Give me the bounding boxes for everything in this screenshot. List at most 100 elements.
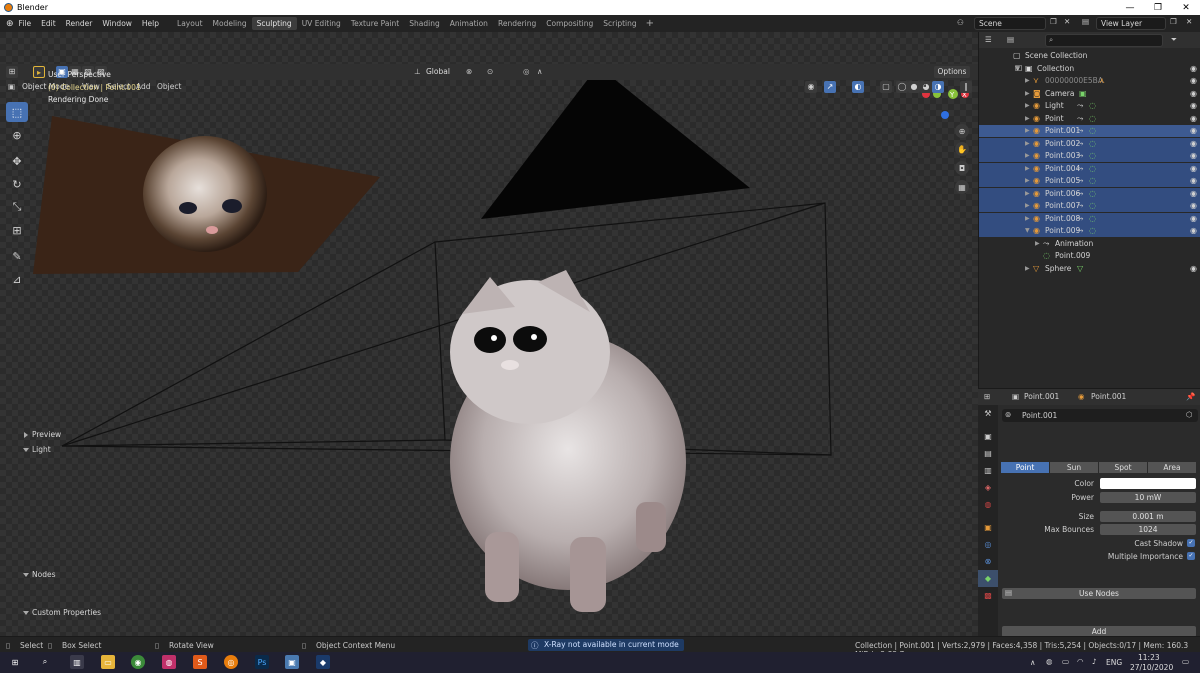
animation-data-icon[interactable]: ⤳ [1077, 138, 1083, 150]
color-swatch[interactable] [1100, 478, 1196, 489]
expand-arrow-icon[interactable]: ▶ [1035, 238, 1040, 250]
shading-rendered-icon[interactable]: ◑ [932, 81, 944, 93]
visibility-eye-icon[interactable]: ◉ [1190, 150, 1197, 162]
tab-rendering[interactable]: Rendering [493, 17, 541, 30]
animation-data-icon[interactable]: ⤳ [1077, 113, 1083, 125]
light-data-icon[interactable]: ◌ [1089, 125, 1096, 137]
view-layer-tab-icon[interactable]: ▥ [978, 462, 998, 479]
visibility-eye-icon[interactable]: ◉ [1190, 163, 1197, 175]
photos-icon[interactable]: ▣ [285, 655, 299, 669]
expand-arrow-icon[interactable]: ▶ [1025, 150, 1030, 162]
menu-window[interactable]: Window [97, 19, 137, 28]
tray-app-icon[interactable]: ◍ [1046, 657, 1053, 666]
outliner-row[interactable]: ▶ ◉ Light ⤳ ◌ ◉ [979, 100, 1200, 112]
expand-arrow-icon[interactable]: ▶ [1025, 113, 1030, 125]
overlay-toggle-icon[interactable]: ◐ [852, 81, 864, 93]
visibility-eye-icon[interactable]: ◉ [1190, 138, 1197, 150]
gizmo-toggle-icon[interactable]: ↗ [824, 81, 836, 93]
editor-type-icon[interactable]: ⊞ [6, 66, 18, 78]
annotate-tool[interactable]: ✎ [6, 246, 28, 266]
light-data-icon[interactable]: ◌ [1089, 175, 1096, 187]
datablock-selector[interactable]: ⊚ Point.001 ⬡ [1002, 409, 1198, 422]
delete-scene-icon[interactable]: ✕ [1064, 17, 1070, 26]
light-data-icon[interactable]: ◌ [1089, 213, 1096, 225]
app-badge-icon[interactable]: ◍ [162, 655, 176, 669]
world-tab-icon[interactable]: ◍ [978, 496, 998, 513]
blender-taskbar-icon[interactable]: ◎ [224, 655, 238, 669]
view-layer-selector[interactable]: View Layer [1096, 17, 1166, 30]
scene-tab-icon[interactable]: ◈ [978, 479, 998, 496]
photoshop-icon[interactable]: Ps [255, 655, 269, 669]
visibility-eye-icon[interactable]: ◉ [1190, 213, 1197, 225]
rotate-tool[interactable]: ↻ [6, 174, 28, 194]
light-data-icon[interactable]: ◌ [1089, 100, 1096, 112]
outliner-row[interactable]: ▶ ◉ Point.007 ⤳ ◌ ◉ [979, 200, 1200, 212]
tab-shading[interactable]: Shading [404, 17, 444, 30]
animation-data-icon[interactable]: ⤳ [1077, 175, 1083, 187]
outliner-row[interactable]: ▶ ⤳ Animation [979, 238, 1200, 250]
pan-hand-icon[interactable]: ✋ [955, 142, 969, 156]
3d-viewport[interactable]: Z X Y ⊞ ▸ ▣ ▦ ▧ ▨ ⊥ Global ⊗ ⊙ ◎ ∧ Optio… [0, 32, 978, 636]
tab-texture-paint[interactable]: Texture Paint [346, 17, 404, 30]
light-data-icon[interactable]: ◌ [1089, 150, 1096, 162]
cat-model[interactable] [450, 270, 686, 612]
light-type-sun[interactable]: Sun [1050, 462, 1098, 473]
nodes-panel-header[interactable]: Nodes [22, 568, 220, 582]
datablock-name[interactable]: Point.001 [1022, 411, 1057, 420]
outliner-row[interactable]: ▶ ◉ Point.003 ⤳ ◌ ◉ [979, 150, 1200, 162]
shading-wireframe-icon[interactable]: ◯ [896, 81, 908, 93]
outliner-search-input[interactable] [1045, 34, 1163, 47]
light-data-icon[interactable]: ◌ [1089, 138, 1096, 150]
app-icon[interactable]: ◆ [316, 655, 330, 669]
animation-data-icon[interactable]: ⤳ [1077, 125, 1083, 137]
visibility-eye-icon[interactable]: ◉ [1190, 225, 1197, 237]
tab-modeling[interactable]: Modeling [208, 17, 252, 30]
fake-user-icon[interactable]: ⬡ [1186, 410, 1193, 419]
camera-data-icon[interactable]: ▣ [1079, 88, 1087, 100]
output-tab-icon[interactable]: ▤ [978, 445, 998, 462]
expand-arrow-icon[interactable]: ▶ [1025, 263, 1030, 275]
object-tab-icon[interactable]: ▣ [978, 519, 998, 536]
select-tool-icon[interactable]: ▸ [33, 66, 45, 78]
light-type-spot[interactable]: Spot [1099, 462, 1147, 473]
snap-icon[interactable]: ⊙ [487, 67, 493, 76]
display-mode-icon[interactable]: ▤ [1007, 35, 1014, 44]
expand-arrow-icon[interactable]: ▶ [1025, 125, 1030, 137]
custom-properties-panel-header[interactable]: Custom Properties [22, 606, 220, 620]
language-indicator[interactable]: ENG [1106, 658, 1122, 667]
pin-icon[interactable]: 📌 [1186, 392, 1195, 401]
select-box-tool[interactable]: ⬚ [6, 102, 28, 122]
outliner-row[interactable]: ▼ ◉ Point.009 ⤳ ◌ ◉ [979, 225, 1200, 237]
tray-network-icon[interactable]: ▭ [1062, 657, 1069, 666]
tool-tab-icon[interactable]: ⚒ [978, 405, 998, 422]
expand-arrow-icon[interactable]: ▶ [1025, 188, 1030, 200]
outliner-row[interactable]: ▢ Scene Collection [979, 50, 1200, 62]
expand-arrow-icon[interactable]: ▶ [1025, 163, 1030, 175]
outliner-row[interactable]: ▶ ◉ Point.001 ⤳ ◌ ◉ [979, 125, 1200, 137]
light-data-icon[interactable]: ◌ [1089, 113, 1096, 125]
chrome-icon[interactable]: ◉ [131, 655, 145, 669]
tab-sculpting[interactable]: Sculpting [251, 17, 297, 30]
physics-tab-icon[interactable]: ◎ [978, 536, 998, 553]
clock-date[interactable]: 27/10/2020 [1130, 663, 1173, 672]
use-nodes-button[interactable]: Use Nodes [1002, 588, 1196, 599]
maximize-button[interactable]: ❐ [1144, 0, 1172, 15]
xray-toggle-icon[interactable]: ▢ [880, 81, 892, 93]
outliner-row[interactable]: ▶ ◉ Point.006 ⤳ ◌ ◉ [979, 187, 1200, 200]
filter-icon[interactable]: ⏷ [1171, 35, 1177, 45]
camera-view-icon[interactable]: ◘ [955, 161, 969, 175]
outliner-row[interactable]: ◌ Point.009 [979, 250, 1200, 262]
animation-data-icon[interactable]: ⤳ [1077, 100, 1083, 112]
visibility-eye-icon[interactable]: ◉ [1190, 125, 1197, 137]
outliner-row[interactable]: ▶ ◉ Point ⤳ ◌ ◉ [979, 113, 1200, 125]
tab-compositing[interactable]: Compositing [541, 17, 598, 30]
animation-data-icon[interactable]: ⤳ [1077, 225, 1083, 237]
cast-shadow-checkbox[interactable]: ✓ [1187, 539, 1195, 547]
move-tool[interactable]: ✥ [6, 151, 28, 171]
tray-volume-icon[interactable]: ♪ [1092, 657, 1097, 666]
close-button[interactable]: ✕ [1172, 0, 1200, 15]
tab-layout[interactable]: Layout [172, 17, 208, 30]
scale-tool[interactable]: ⤡ [6, 197, 28, 217]
task-view-icon[interactable]: ▥ [70, 655, 84, 669]
shading-material-icon[interactable]: ◕ [920, 81, 932, 93]
